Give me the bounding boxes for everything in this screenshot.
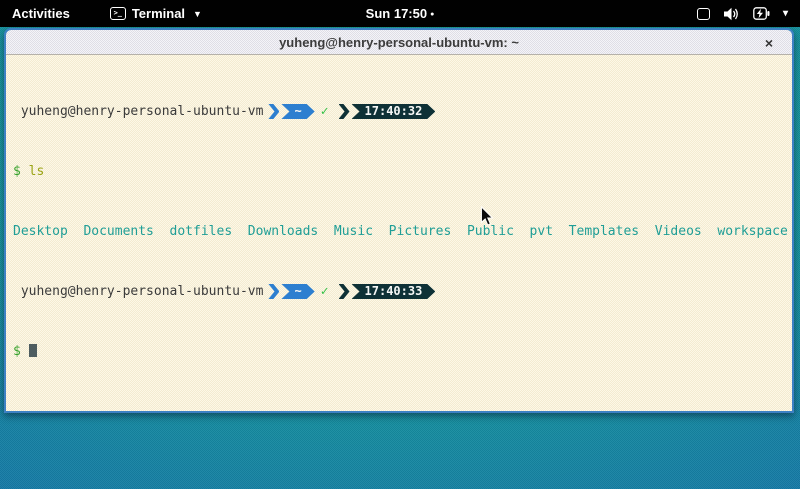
directory-name: Videos	[655, 224, 702, 239]
command-text: ls	[29, 164, 45, 179]
directory-name: Documents	[83, 224, 153, 239]
prompt-user: yuheng@henry-personal-ubuntu-vm	[13, 104, 263, 119]
powerline-arrow-icon	[268, 284, 279, 299]
powerline-arrow-icon	[339, 284, 350, 299]
prompt-time-segment: 17:40:33	[352, 284, 436, 299]
terminal-content[interactable]: yuheng@henry-personal-ubuntu-vm ~ ✓ 17:4…	[6, 55, 792, 413]
powerline-arrow-icon	[268, 104, 279, 119]
directory-name: Pictures	[389, 224, 452, 239]
chevron-down-icon: ▾	[783, 8, 788, 19]
terminal-window: yuheng@henry-personal-ubuntu-vm: ~ × yuh…	[4, 28, 794, 413]
prompt-line: yuheng@henry-personal-ubuntu-vm ~ ✓ 17:4…	[13, 284, 792, 299]
activities-button[interactable]: Activities	[0, 0, 82, 27]
directory-name: workspace	[717, 224, 787, 239]
battery-charging-icon	[753, 7, 770, 20]
chevron-down-icon: ▼	[193, 9, 202, 19]
terminal-icon: >_	[110, 7, 126, 20]
input-line[interactable]: $	[13, 344, 792, 359]
directory-name: dotfiles	[170, 224, 233, 239]
notification-dot-icon: ●	[430, 11, 434, 18]
directory-name: Music	[334, 224, 373, 239]
titlebar[interactable]: yuheng@henry-personal-ubuntu-vm: ~ ×	[6, 30, 792, 55]
app-menu-label: Terminal	[132, 6, 185, 21]
directory-name: Desktop	[13, 224, 68, 239]
app-menu-terminal[interactable]: >_ Terminal ▼	[110, 0, 202, 27]
volume-icon	[723, 7, 740, 21]
display-icon	[697, 8, 710, 20]
directory-listing: Desktop Documents dotfiles Downloads Music Pi…	[13, 224, 792, 239]
prompt-path-segment: ~	[281, 104, 314, 119]
text-cursor	[29, 344, 37, 357]
check-icon: ✓	[321, 104, 329, 119]
prompt-path-segment: ~	[281, 284, 314, 299]
directory-name: Downloads	[248, 224, 318, 239]
check-icon: ✓	[321, 284, 329, 299]
window-title: yuheng@henry-personal-ubuntu-vm: ~	[279, 35, 519, 50]
directory-name: Templates	[569, 224, 639, 239]
system-status-area[interactable]: ▾	[697, 0, 800, 27]
clock-label[interactable]: Sun 17:50	[366, 6, 427, 21]
directory-name: pvt	[530, 224, 553, 239]
command-line: $ ls	[13, 164, 792, 179]
prompt-symbol: $	[13, 344, 21, 359]
prompt-user: yuheng@henry-personal-ubuntu-vm	[13, 284, 263, 299]
prompt-symbol: $	[13, 164, 21, 179]
prompt-time-segment: 17:40:32	[352, 104, 436, 119]
powerline-arrow-icon	[339, 104, 350, 119]
close-button[interactable]: ×	[760, 34, 778, 52]
desktop: Activities >_ Terminal ▼ Sun 17:50● ▾	[0, 0, 800, 489]
top-bar: Activities >_ Terminal ▼ Sun 17:50● ▾	[0, 0, 800, 27]
prompt-line: yuheng@henry-personal-ubuntu-vm ~ ✓ 17:4…	[13, 104, 792, 119]
mouse-cursor-icon	[480, 206, 494, 227]
